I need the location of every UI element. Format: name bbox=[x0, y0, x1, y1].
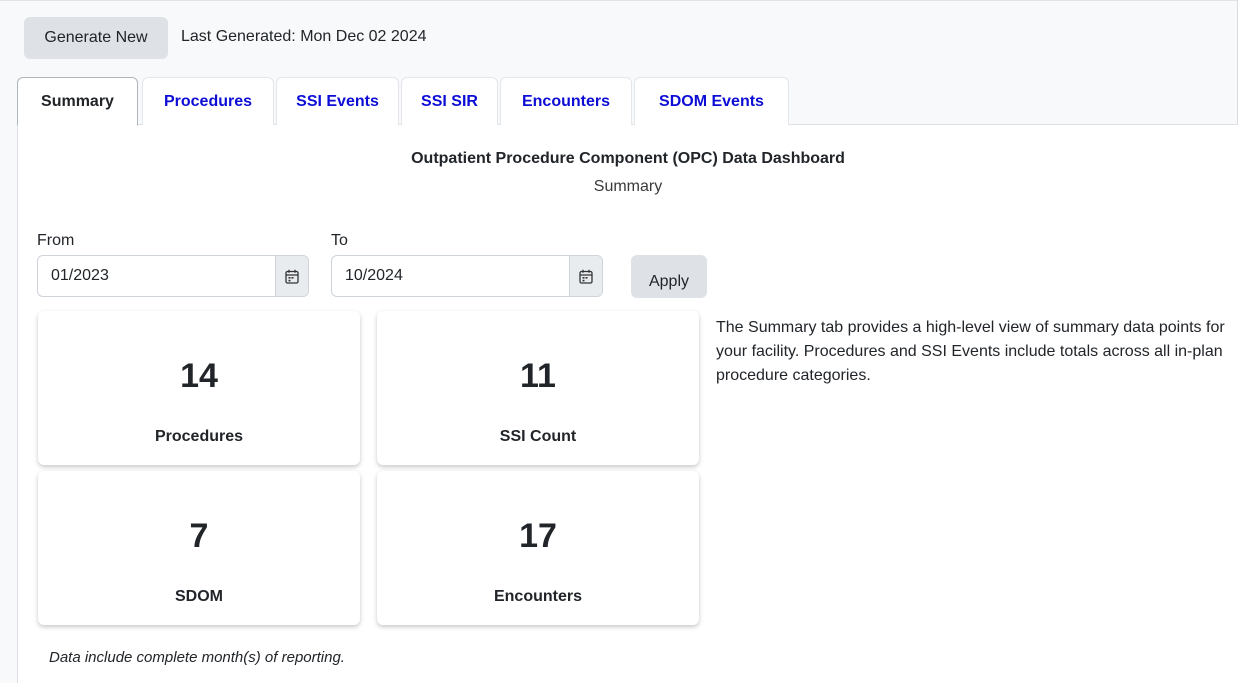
calendar-icon[interactable] bbox=[569, 256, 602, 296]
procedures-card: 14 Procedures bbox=[38, 311, 360, 465]
tab-sdom-events[interactable]: SDOM Events bbox=[634, 77, 789, 125]
to-date-field[interactable]: 10/2024 bbox=[331, 255, 603, 297]
generate-new-button[interactable]: Generate New bbox=[24, 17, 168, 59]
tab-summary[interactable]: Summary bbox=[17, 77, 138, 126]
apply-button[interactable]: Apply bbox=[631, 255, 707, 298]
encounters-caption: Encounters bbox=[493, 588, 582, 605]
tab-ssi-events[interactable]: SSI Events bbox=[276, 77, 399, 125]
summary-panel: Outpatient Procedure Component (OPC) Dat… bbox=[17, 125, 1238, 683]
summary-description: The Summary tab provides a high-level vi… bbox=[716, 319, 1225, 384]
tab-bar: Summary Procedures SSI Events SSI SIR En… bbox=[17, 77, 1237, 126]
sdom-caption: SDOM bbox=[175, 588, 223, 605]
sdom-card: 7 SDOM bbox=[38, 471, 360, 625]
tab-encounters[interactable]: Encounters bbox=[500, 77, 632, 125]
dashboard-subtitle: Summary bbox=[593, 178, 663, 195]
from-label: From bbox=[37, 232, 75, 249]
procedures-caption: Procedures bbox=[154, 428, 244, 445]
ssi-count-card: 11 SSI Count bbox=[377, 311, 699, 465]
calendar-icon[interactable] bbox=[275, 256, 308, 296]
data-note: Data include complete month(s) of report… bbox=[49, 649, 345, 666]
to-date-value: 10/2024 bbox=[345, 267, 403, 284]
ssi-count-caption: SSI Count bbox=[499, 428, 577, 445]
ssi-count-value: 11 bbox=[520, 357, 556, 395]
tab-ssi-sir[interactable]: SSI SIR bbox=[401, 77, 498, 125]
from-date-field[interactable]: 01/2023 bbox=[37, 255, 309, 297]
from-date-value: 01/2023 bbox=[51, 267, 109, 284]
app-frame: Generate New Last Generated: Mon Dec 02 … bbox=[0, 0, 1238, 683]
procedures-count: 14 bbox=[180, 357, 218, 395]
to-label: To bbox=[331, 232, 348, 249]
last-generated-text: Last Generated: Mon Dec 02 2024 bbox=[181, 28, 427, 45]
encounters-card: 17 Encounters bbox=[377, 471, 699, 625]
encounters-count: 17 bbox=[519, 517, 557, 555]
sdom-count: 7 bbox=[189, 517, 209, 555]
dashboard-title: Outpatient Procedure Component (OPC) Dat… bbox=[411, 150, 845, 167]
tab-procedures[interactable]: Procedures bbox=[142, 77, 274, 125]
